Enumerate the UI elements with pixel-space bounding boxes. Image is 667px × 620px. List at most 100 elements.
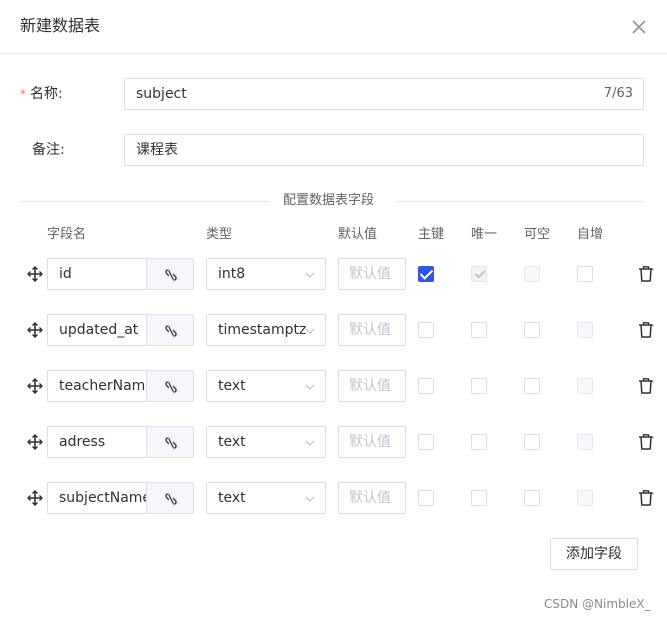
field-name-input[interactable]: teacherNam bbox=[47, 370, 147, 402]
watermark: CSDN @NimbleX_ bbox=[544, 597, 651, 611]
drag-handle-icon[interactable] bbox=[27, 322, 43, 338]
fields-section-title: 配置数据表字段 bbox=[283, 193, 375, 208]
default-value-placeholder: 默认值 bbox=[349, 322, 391, 338]
link-icon bbox=[165, 269, 177, 281]
link-icon bbox=[165, 437, 177, 449]
relation-link-button[interactable] bbox=[146, 314, 194, 346]
new-table-dialog: 新建数据表 * 名称: subject 7/63 备注: 课程表 配置数据表字段 … bbox=[0, 0, 667, 620]
unique-checkbox[interactable] bbox=[471, 266, 487, 282]
default-value-placeholder: 默认值 bbox=[349, 434, 391, 450]
primary-key-checkbox[interactable] bbox=[418, 378, 434, 394]
chevron-down-icon bbox=[305, 496, 315, 502]
remark-input-value: 课程表 bbox=[136, 142, 178, 158]
type-select-value: text bbox=[218, 490, 246, 506]
remark-label: 备注: bbox=[32, 142, 65, 158]
name-char-counter: 7/63 bbox=[603, 86, 633, 101]
drag-handle-icon[interactable] bbox=[27, 266, 43, 282]
drag-handle-icon[interactable] bbox=[27, 434, 43, 450]
delete-icon[interactable] bbox=[638, 265, 654, 283]
type-select-value: text bbox=[218, 378, 246, 394]
col-header-type: 类型 bbox=[206, 227, 233, 242]
name-label: * 名称: bbox=[20, 84, 63, 104]
default-value-input[interactable]: 默认值 bbox=[338, 370, 406, 402]
unique-checkbox[interactable] bbox=[471, 322, 487, 338]
type-select-value: text bbox=[218, 434, 246, 450]
name-label-text: 名称: bbox=[30, 86, 63, 102]
auto-increment-checkbox[interactable] bbox=[577, 322, 593, 338]
link-icon bbox=[165, 381, 177, 393]
primary-key-checkbox[interactable] bbox=[418, 434, 434, 450]
required-mark: * bbox=[20, 87, 26, 101]
primary-key-checkbox[interactable] bbox=[418, 266, 434, 282]
auto-increment-checkbox[interactable] bbox=[577, 378, 593, 394]
nullable-checkbox[interactable] bbox=[524, 266, 540, 282]
field-row: updated_at timestamptz 默认值 bbox=[0, 314, 667, 346]
field-row: teacherNam text 默认值 bbox=[0, 370, 667, 402]
field-name-value: adress bbox=[59, 434, 106, 450]
primary-key-checkbox[interactable] bbox=[418, 490, 434, 506]
auto-increment-checkbox[interactable] bbox=[577, 434, 593, 450]
field-name-value: teacherNam bbox=[59, 378, 146, 394]
dialog-title: 新建数据表 bbox=[20, 16, 101, 35]
type-select[interactable]: timestamptz bbox=[206, 314, 326, 346]
remark-input[interactable]: 课程表 bbox=[124, 134, 644, 166]
field-name-input[interactable]: adress bbox=[47, 426, 147, 458]
unique-checkbox[interactable] bbox=[471, 378, 487, 394]
chevron-down-icon bbox=[305, 440, 315, 446]
nullable-checkbox[interactable] bbox=[524, 490, 540, 506]
nullable-checkbox[interactable] bbox=[524, 378, 540, 394]
name-input[interactable]: subject 7/63 bbox=[124, 78, 644, 110]
default-value-input[interactable]: 默认值 bbox=[338, 426, 406, 458]
section-divider-right bbox=[396, 201, 644, 202]
relation-link-button[interactable] bbox=[146, 370, 194, 402]
default-value-input[interactable]: 默认值 bbox=[338, 258, 406, 290]
unique-checkbox[interactable] bbox=[471, 490, 487, 506]
type-select[interactable]: text bbox=[206, 426, 326, 458]
close-icon[interactable] bbox=[628, 16, 650, 38]
type-select[interactable]: text bbox=[206, 482, 326, 514]
primary-key-checkbox[interactable] bbox=[418, 322, 434, 338]
type-select-value: timestamptz bbox=[218, 322, 307, 338]
drag-handle-icon[interactable] bbox=[27, 490, 43, 506]
chevron-down-icon bbox=[305, 272, 315, 278]
unique-checkbox[interactable] bbox=[471, 434, 487, 450]
add-field-button[interactable]: 添加字段 bbox=[550, 538, 638, 570]
relation-link-button[interactable] bbox=[146, 258, 194, 290]
type-select[interactable]: text bbox=[206, 370, 326, 402]
delete-icon[interactable] bbox=[638, 377, 654, 395]
col-header-default: 默认值 bbox=[338, 227, 378, 242]
field-name-value: updated_at bbox=[59, 322, 139, 338]
chevron-down-icon bbox=[305, 384, 315, 390]
default-value-placeholder: 默认值 bbox=[349, 378, 391, 394]
col-header-auto-increment: 自增 bbox=[577, 227, 604, 242]
drag-handle-icon[interactable] bbox=[27, 378, 43, 394]
col-header-unique: 唯一 bbox=[471, 227, 498, 242]
nullable-checkbox[interactable] bbox=[524, 434, 540, 450]
default-value-placeholder: 默认值 bbox=[349, 490, 391, 506]
name-input-value: subject bbox=[136, 86, 187, 102]
field-name-input[interactable]: subjectName bbox=[47, 482, 147, 514]
default-value-input[interactable]: 默认值 bbox=[338, 314, 406, 346]
field-row: id int8 默认值 bbox=[0, 258, 667, 290]
field-name-value: id bbox=[59, 266, 72, 282]
auto-increment-checkbox[interactable] bbox=[577, 266, 593, 282]
dialog-header: 新建数据表 bbox=[0, 0, 667, 54]
delete-icon[interactable] bbox=[638, 489, 654, 507]
delete-icon[interactable] bbox=[638, 321, 654, 339]
section-divider-left bbox=[20, 201, 270, 202]
auto-increment-checkbox[interactable] bbox=[577, 490, 593, 506]
field-name-input[interactable]: updated_at bbox=[47, 314, 147, 346]
type-select[interactable]: int8 bbox=[206, 258, 326, 290]
link-icon bbox=[165, 325, 177, 337]
link-icon bbox=[165, 493, 177, 505]
nullable-checkbox[interactable] bbox=[524, 322, 540, 338]
default-value-input[interactable]: 默认值 bbox=[338, 482, 406, 514]
delete-icon[interactable] bbox=[638, 433, 654, 451]
relation-link-button[interactable] bbox=[146, 426, 194, 458]
field-name-value: subjectName bbox=[59, 490, 147, 506]
relation-link-button[interactable] bbox=[146, 482, 194, 514]
field-row: adress text 默认值 bbox=[0, 426, 667, 458]
field-name-input[interactable]: id bbox=[47, 258, 147, 290]
default-value-placeholder: 默认值 bbox=[349, 266, 391, 282]
col-header-name: 字段名 bbox=[47, 227, 87, 242]
